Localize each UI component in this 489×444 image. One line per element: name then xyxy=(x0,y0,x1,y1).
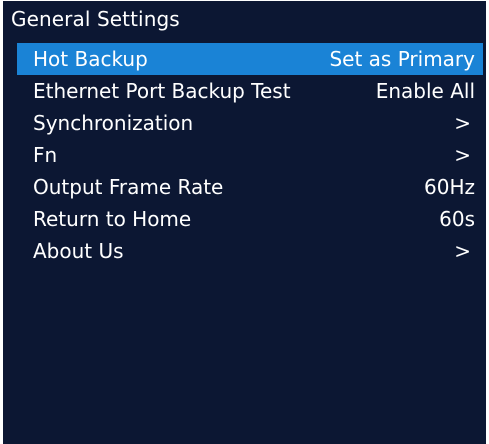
menu-item-label: About Us xyxy=(33,239,124,263)
menu-item-value: Enable All xyxy=(375,79,475,103)
menu-item-label: Ethernet Port Backup Test xyxy=(33,79,291,103)
menu-item-ethernet-port-backup-test[interactable]: Ethernet Port Backup Test Enable All xyxy=(17,75,483,107)
menu-item-label: Return to Home xyxy=(33,207,192,231)
menu-item-about-us[interactable]: About Us > xyxy=(17,235,483,267)
menu-item-output-frame-rate[interactable]: Output Frame Rate 60Hz xyxy=(17,171,483,203)
menu-item-value: Set as Primary xyxy=(329,47,475,71)
settings-menu: Hot Backup Set as Primary Ethernet Port … xyxy=(17,43,483,267)
menu-item-fn[interactable]: Fn > xyxy=(17,139,483,171)
menu-item-label: Hot Backup xyxy=(33,47,148,71)
chevron-right-icon: > xyxy=(454,143,471,167)
menu-item-hot-backup[interactable]: Hot Backup Set as Primary xyxy=(17,43,483,75)
menu-item-value: 60s xyxy=(439,207,475,231)
chevron-right-icon: > xyxy=(454,239,471,263)
menu-item-label: Synchronization xyxy=(33,111,194,135)
menu-item-value: 60Hz xyxy=(424,175,475,199)
menu-item-synchronization[interactable]: Synchronization > xyxy=(17,107,483,139)
menu-item-label: Output Frame Rate xyxy=(33,175,224,199)
page-title: General Settings xyxy=(11,7,180,31)
menu-item-label: Fn xyxy=(33,143,58,167)
chevron-right-icon: > xyxy=(454,111,471,135)
menu-item-return-to-home[interactable]: Return to Home 60s xyxy=(17,203,483,235)
settings-screen: General Settings Hot Backup Set as Prima… xyxy=(3,1,486,444)
